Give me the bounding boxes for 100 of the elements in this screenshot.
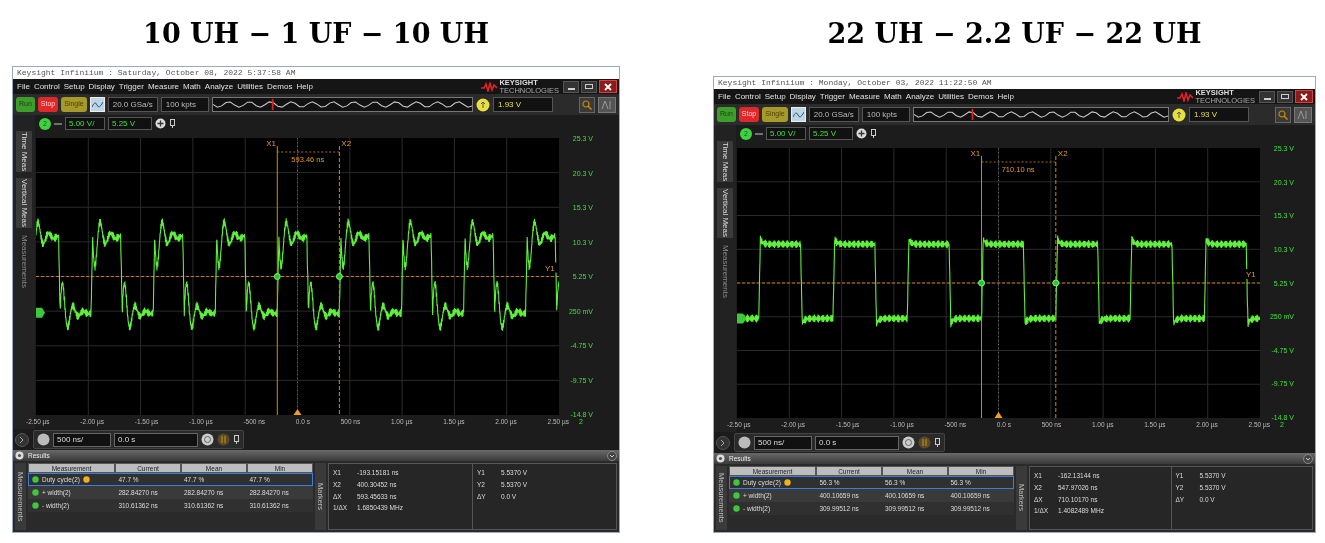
cursor-span-line <box>276 151 340 153</box>
trigger-marker-icon <box>994 412 1003 418</box>
waveform-icon <box>792 110 804 119</box>
cursor-label: X2 <box>341 139 352 148</box>
memory-depth-readout: 100 kpts <box>160 97 209 112</box>
magnifier-icon <box>1278 109 1288 120</box>
status-dot-icon <box>32 502 39 509</box>
menu-item[interactable]: File <box>15 80 32 93</box>
menu-item[interactable]: Setup <box>61 80 87 93</box>
time-per-div-field[interactable]: 500 ns/ <box>754 435 812 450</box>
autoscale-icon <box>601 99 613 110</box>
logo-wave-icon <box>1177 91 1194 102</box>
time-per-div-field[interactable]: 500 ns/ <box>53 432 111 447</box>
add-icon[interactable] <box>856 128 867 139</box>
close-icon <box>604 82 612 91</box>
status-dot-icon <box>733 492 740 499</box>
display-button[interactable] <box>790 107 806 122</box>
cursor-dot <box>335 273 343 280</box>
expand-icon[interactable] <box>716 435 730 450</box>
offset-field[interactable]: 5.25 V <box>108 117 152 130</box>
cursor-label: X1 <box>970 149 981 158</box>
pin-icon[interactable] <box>233 435 240 444</box>
cursor-dot <box>978 279 985 287</box>
close-button[interactable] <box>1295 90 1313 103</box>
trigger-icon[interactable] <box>1172 107 1186 122</box>
menu-item[interactable]: Utilities <box>936 90 967 103</box>
horizontal-position-field[interactable]: 0.0 s <box>114 432 198 447</box>
volts-per-div-field[interactable]: 5.00 V/ <box>766 127 806 140</box>
minimize-button[interactable] <box>563 80 579 93</box>
horizontal-position-field[interactable]: 0.0 s <box>815 435 899 450</box>
trigger-icon[interactable] <box>476 97 490 112</box>
side-tab[interactable]: Vertical Meas <box>16 178 32 229</box>
zoom-button[interactable] <box>1275 106 1291 123</box>
pin-icon[interactable] <box>169 119 176 128</box>
cursor-label: X1 <box>266 139 277 148</box>
menu-item[interactable]: Help <box>294 80 315 93</box>
menu-item[interactable]: Help <box>995 90 1016 103</box>
status-dot-icon <box>32 476 39 483</box>
side-tab[interactable]: Measurements <box>717 244 733 300</box>
offset-field[interactable]: 5.25 V <box>809 127 853 140</box>
menu-item[interactable]: Measure <box>846 90 882 103</box>
status-dot-icon <box>733 479 740 486</box>
sample-rate-readout: 20.0 GSa/s <box>808 107 859 122</box>
status-dot-icon <box>733 505 740 512</box>
menu-item[interactable]: Analyze <box>202 80 236 93</box>
autoscale-button[interactable] <box>598 96 616 113</box>
cursor-label: X2 <box>1057 149 1068 158</box>
memory-depth-readout: 100 kpts <box>861 107 910 122</box>
magnifier-icon <box>582 99 592 110</box>
waveform-icon <box>91 100 103 109</box>
status-dot-icon <box>32 489 39 496</box>
maximize-button[interactable] <box>1277 90 1293 103</box>
menu-item[interactable]: Demos <box>265 80 295 93</box>
marker-dot-icon <box>783 479 791 486</box>
menu-item[interactable]: Measure <box>145 80 181 93</box>
side-tab[interactable]: Time Meas <box>717 141 733 183</box>
menu-item[interactable]: File <box>716 90 733 103</box>
zoom-button[interactable] <box>579 96 595 113</box>
side-tab[interactable]: Time Meas <box>16 131 32 173</box>
menu-item[interactable]: Display <box>787 90 818 103</box>
autoscale-icon <box>1297 109 1309 120</box>
menu-item[interactable]: Math <box>882 90 904 103</box>
pin-icon[interactable] <box>870 129 877 138</box>
expand-icon[interactable] <box>15 432 29 447</box>
figure-heading: 10 UH − 1 UF − 10 UH <box>143 17 489 51</box>
y-cursor-label: Y1 <box>545 263 555 273</box>
cursor-dot <box>273 273 281 280</box>
marker-dot-icon <box>82 476 90 483</box>
add-icon[interactable] <box>155 118 166 129</box>
window-title: Keysight Infiniium : Saturday, October 08, 2022 5:37:58 AM <box>13 67 619 79</box>
display-button[interactable] <box>89 97 105 112</box>
collapse-icon[interactable] <box>607 450 617 461</box>
menu-item[interactable]: Setup <box>762 90 788 103</box>
sample-rate-readout: 20.0 GSa/s <box>107 97 158 112</box>
trigger-marker-icon <box>293 409 302 415</box>
menu-item[interactable]: Display <box>86 80 117 93</box>
menu-item[interactable]: Analyze <box>903 90 937 103</box>
collapse-icon[interactable] <box>1303 453 1313 464</box>
menu-item[interactable]: Trigger <box>116 80 146 93</box>
close-button[interactable] <box>599 80 617 93</box>
pin-icon[interactable] <box>934 438 941 447</box>
side-tab[interactable]: Vertical Meas <box>717 188 733 239</box>
logo-wave-icon <box>481 81 498 92</box>
menu-item[interactable]: Control <box>31 80 62 93</box>
volts-per-div-field[interactable]: 5.00 V/ <box>65 117 105 130</box>
figure-heading: 22 UH − 2.2 UF − 22 UH <box>827 17 1202 51</box>
close-icon <box>1300 92 1308 101</box>
menu-item[interactable]: Trigger <box>817 90 847 103</box>
menu-item[interactable]: Utilities <box>235 80 266 93</box>
window-title: Keysight Infiniium : Monday, October 03, 2022 11:22:50 AM <box>714 77 1315 89</box>
menu-item[interactable]: Math <box>181 80 203 93</box>
autoscale-button[interactable] <box>1294 106 1312 123</box>
side-tab[interactable]: Measurements <box>16 234 32 290</box>
minimize-button[interactable] <box>1259 90 1275 103</box>
cursor-dot <box>1052 279 1060 287</box>
trigger-level-readout: 1.93 V <box>493 97 553 112</box>
y-cursor-label: Y1 <box>1246 270 1256 279</box>
menu-item[interactable]: Demos <box>966 90 996 103</box>
menu-item[interactable]: Control <box>732 90 763 103</box>
maximize-button[interactable] <box>581 80 597 93</box>
